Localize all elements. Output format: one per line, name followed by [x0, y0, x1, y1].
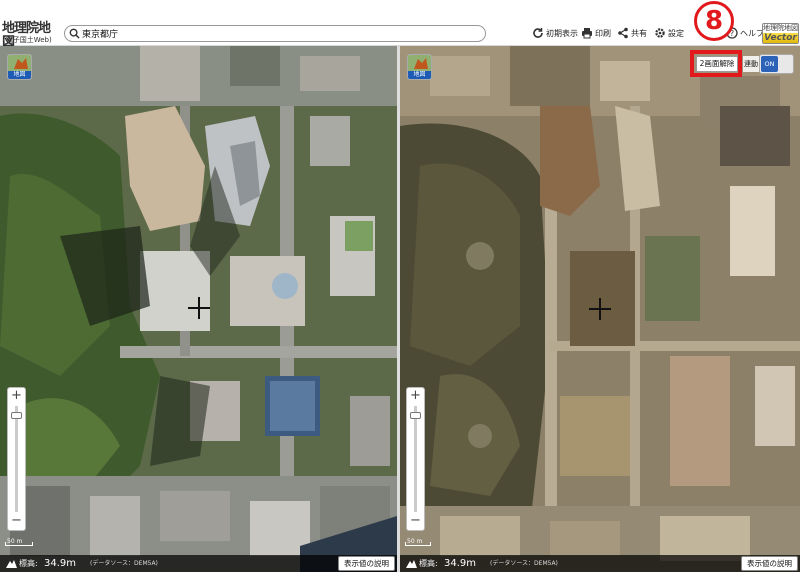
vector-brand-badge[interactable]: 地理院地図 Vector	[762, 23, 799, 44]
crosshair-icon	[188, 297, 210, 319]
layer-button-label: 地図	[8, 71, 31, 79]
zoom-control[interactable]: + −	[406, 387, 425, 531]
step-number-badge: 8	[694, 1, 734, 41]
header-bar: 地理院地図 (電子国土Web) 初期表示 印刷 共有 設定 ? ヘルプ 地理院地	[0, 21, 800, 50]
elevation-icon	[6, 560, 17, 568]
layer-button[interactable]: 地図	[407, 54, 432, 80]
highlight-box	[690, 50, 742, 77]
layer-button-label: 地図	[408, 71, 431, 79]
zoom-track[interactable]	[15, 406, 18, 512]
help-label: ヘルプ	[740, 28, 764, 38]
zoom-track[interactable]	[414, 406, 417, 512]
search-input[interactable]	[82, 27, 477, 40]
elevation-bar: 標高: 34.9m (データソース：DEM5A) 表示値の説明	[400, 555, 800, 572]
share-button[interactable]: 共有	[617, 24, 647, 42]
gear-icon	[655, 28, 665, 38]
settings-label: 設定	[668, 28, 684, 38]
sync-label: 連動	[743, 56, 759, 72]
sync-toggle[interactable]: ON	[759, 54, 794, 74]
zoom-out-icon[interactable]: −	[8, 514, 25, 528]
sync-toggle-state: ON	[761, 56, 778, 72]
zoom-in-icon[interactable]: +	[8, 389, 25, 403]
gsi-map-app: 地理院地図 (電子国土Web) 初期表示 印刷 共有 設定 ? ヘルプ 地理院地	[0, 0, 800, 572]
reset-view-label: 初期表示	[546, 28, 578, 38]
print-label: 印刷	[595, 28, 611, 38]
elevation-label: 標高:	[19, 559, 38, 568]
print-icon	[582, 28, 592, 39]
zoom-in-icon[interactable]: +	[407, 389, 424, 403]
zoom-control[interactable]: + −	[7, 387, 26, 531]
brand-bottom-text: Vector	[763, 33, 798, 43]
search-icon[interactable]	[69, 28, 80, 39]
print-button[interactable]: 印刷	[581, 24, 611, 42]
value-explanation-button[interactable]: 表示値の説明	[338, 556, 395, 571]
reload-icon	[533, 28, 543, 38]
app-logo[interactable]: 地理院地図 (電子国土Web)	[2, 22, 60, 50]
elevation-icon	[406, 560, 417, 568]
logo-subtitle: (電子国土Web)	[3, 36, 52, 44]
brand-top-text: 地理院地図	[763, 24, 798, 32]
search-box[interactable]	[64, 25, 486, 42]
elevation-data-source: (データソース：DEM5A)	[90, 560, 158, 567]
zoom-slider-thumb[interactable]	[11, 412, 22, 419]
scale-bar: 50 m	[405, 537, 431, 546]
value-explanation-button[interactable]: 表示値の説明	[741, 556, 798, 571]
elevation-value: 34.9m	[444, 558, 477, 569]
share-icon	[618, 27, 628, 39]
elevation-value: 34.9m	[44, 558, 77, 569]
share-label: 共有	[631, 28, 647, 38]
zoom-out-icon[interactable]: −	[407, 514, 424, 528]
crosshair-icon	[589, 298, 611, 320]
elevation-label: 標高:	[419, 559, 438, 568]
elevation-data-source: (データソース：DEM5A)	[490, 560, 558, 567]
layer-button[interactable]: 地図	[7, 54, 32, 80]
settings-button[interactable]: 設定	[654, 24, 684, 42]
scale-bar: 50 m	[5, 537, 33, 546]
right-map-pane[interactable]: 地図 2画面解除 連動 ON + − 50 m 標高: 34.9m (データソー…	[400, 46, 800, 572]
zoom-slider-thumb[interactable]	[410, 412, 421, 419]
left-map-pane[interactable]: 地図 + − 50 m 標高: 34.9m (データソース：DEM5A) 表示値…	[0, 46, 397, 572]
reset-view-button[interactable]: 初期表示	[532, 24, 578, 42]
elevation-bar: 標高: 34.9m (データソース：DEM5A) 表示値の説明	[0, 555, 397, 572]
